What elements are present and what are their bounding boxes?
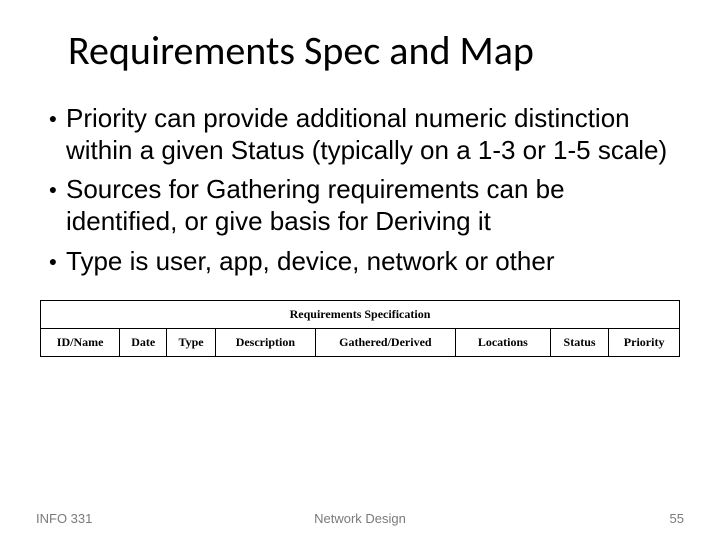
bullet-text: Priority can provide additional numeric … xyxy=(66,103,672,166)
footer-title: Network Design xyxy=(0,511,720,526)
col-priority: Priority xyxy=(609,328,680,356)
col-gathered-derived: Gathered/Derived xyxy=(315,328,455,356)
table-caption-row: Requirements Specification xyxy=(41,300,680,328)
slide: Requirements Spec and Map ● Priority can… xyxy=(0,0,720,540)
slide-footer: INFO 331 Network Design 55 xyxy=(0,511,720,526)
bullet-text: Type is user, app, device, network or ot… xyxy=(66,246,672,278)
bullet-text: Sources for Gathering requirements can b… xyxy=(66,174,672,237)
col-description: Description xyxy=(215,328,315,356)
col-type: Type xyxy=(167,328,216,356)
table-caption: Requirements Specification xyxy=(41,300,680,328)
bullet-icon: ● xyxy=(40,103,66,133)
col-id-name: ID/Name xyxy=(41,328,120,356)
col-locations: Locations xyxy=(455,328,550,356)
col-date: Date xyxy=(120,328,167,356)
table-header-row: ID/Name Date Type Description Gathered/D… xyxy=(41,328,680,356)
list-item: ● Type is user, app, device, network or … xyxy=(40,246,672,278)
slide-title: Requirements Spec and Map xyxy=(68,26,680,75)
bullet-icon: ● xyxy=(40,174,66,204)
col-status: Status xyxy=(550,328,608,356)
list-item: ● Sources for Gathering requirements can… xyxy=(40,174,672,237)
requirements-spec-table: Requirements Specification ID/Name Date … xyxy=(40,300,680,357)
slide-number: 55 xyxy=(670,511,684,526)
list-item: ● Priority can provide additional numeri… xyxy=(40,103,672,166)
bullet-list: ● Priority can provide additional numeri… xyxy=(40,103,680,278)
bullet-icon: ● xyxy=(40,246,66,276)
footer-course-code: INFO 331 xyxy=(36,511,92,526)
